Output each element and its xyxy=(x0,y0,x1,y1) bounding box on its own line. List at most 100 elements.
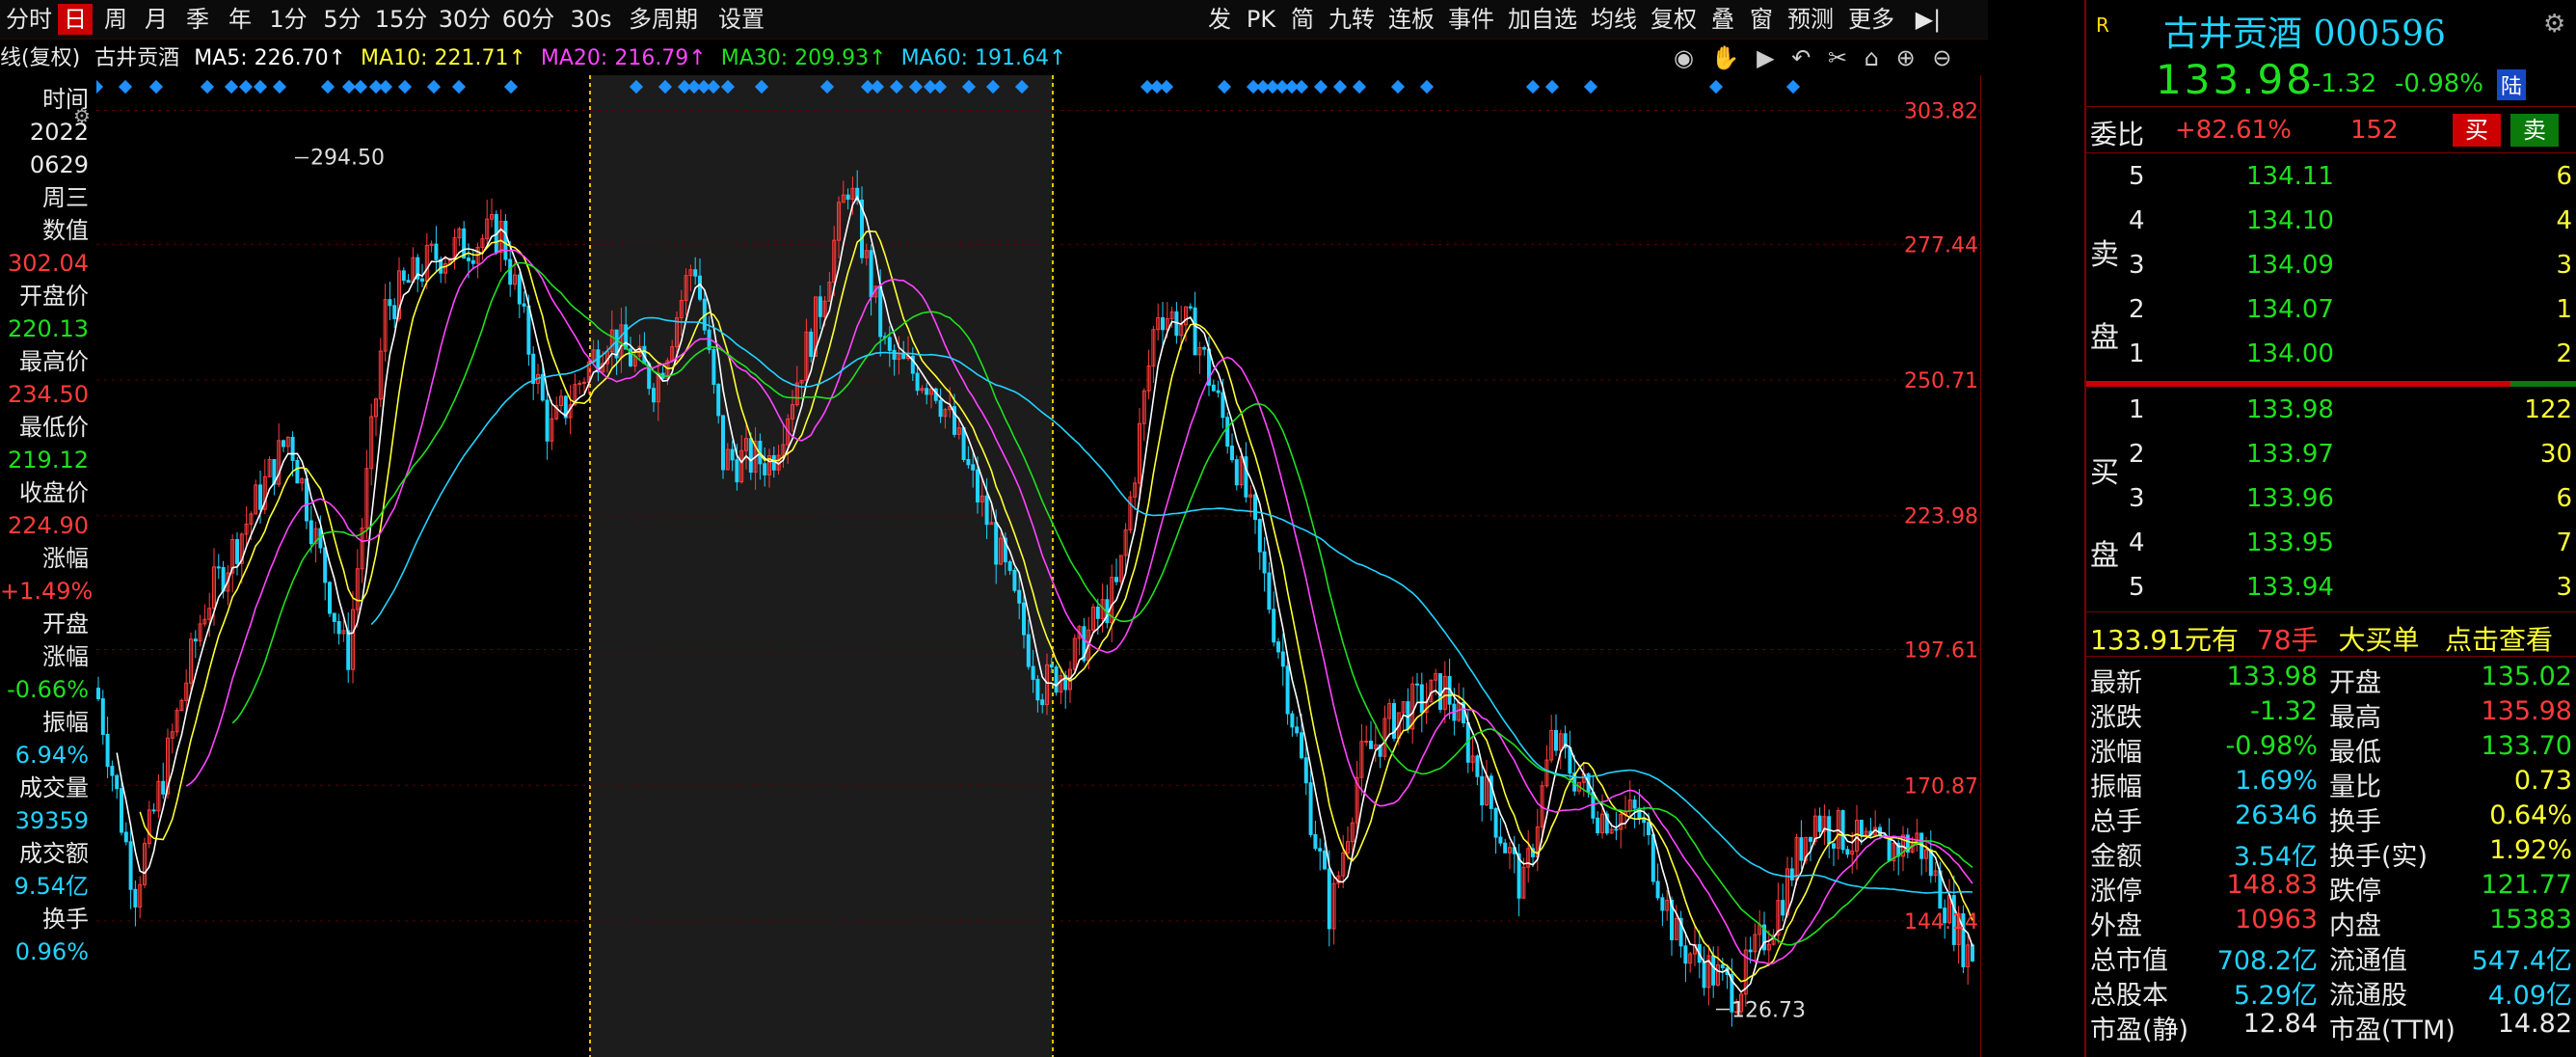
period-tab-2[interactable]: 周 xyxy=(98,4,133,35)
kline-chart[interactable]: 294.50 126.73 303.82 277.44 250.71 223.98 197… xyxy=(96,75,1981,1057)
webi-count: 152 xyxy=(2350,116,2399,145)
candle-body xyxy=(420,278,424,282)
info-row-13: 224.90 xyxy=(8,512,89,539)
candle-body xyxy=(1683,945,1688,964)
price-change: -1.32 xyxy=(2312,69,2377,98)
quote-panel: R 古井贡酒 000596 ⚙ 133.98 -1.32 -0.98% 陆 委比… xyxy=(2084,0,2576,1057)
big-order-row[interactable]: 133.91元有 78手 大买单 xyxy=(2090,619,2419,658)
lock-icon[interactable]: ⌂ xyxy=(1865,44,1879,71)
stat-label: 总手 xyxy=(2090,807,2142,837)
tool-button-9[interactable]: 叠 xyxy=(1706,4,1739,35)
ask-price[interactable]: 134.09 xyxy=(2246,251,2334,280)
tool-button-5[interactable]: 事件 xyxy=(1444,4,1498,35)
eye-icon[interactable]: ◉ xyxy=(1674,44,1694,71)
tool-button-1[interactable]: PK xyxy=(1242,4,1280,35)
zoom-in-icon[interactable]: ⊕ xyxy=(1896,44,1916,71)
tool-button-6[interactable]: 加自选 xyxy=(1504,4,1581,35)
collapse-arrow-icon[interactable]: ▶| xyxy=(1909,4,1947,35)
candle-body xyxy=(1188,306,1193,309)
period-tab-0[interactable]: 分时 xyxy=(6,4,52,35)
period-tab-4[interactable]: 季 xyxy=(179,4,216,35)
stat-value: 14.82 xyxy=(2497,1009,2572,1039)
candle-body xyxy=(1295,726,1300,734)
period-tab-11[interactable]: 30s xyxy=(563,4,619,35)
candle-body xyxy=(332,612,336,622)
candle-body xyxy=(1017,589,1022,604)
stat-label: 换手 xyxy=(2329,807,2381,837)
stat-label: 流通股 xyxy=(2329,981,2407,1011)
ask-price[interactable]: 134.00 xyxy=(2246,339,2334,368)
undo-icon[interactable]: ↶ xyxy=(1791,44,1811,71)
tool-button-11[interactable]: 预测 xyxy=(1784,4,1838,35)
period-tab-9[interactable]: 30分 xyxy=(436,4,494,35)
tool-button-0[interactable]: 发 xyxy=(1203,4,1236,35)
r-badge-icon: R xyxy=(2096,14,2109,37)
candle-body xyxy=(282,440,285,447)
tool-button-12[interactable]: 更多 xyxy=(1843,4,1899,35)
crosshair-info-panel: 时间 2022 0629 周三 数值 302.04 开盘价 220.13 最高价 234.50 最低… xyxy=(0,83,97,980)
stat-value: 133.70 xyxy=(2481,731,2572,761)
tool-button-2[interactable]: 简 xyxy=(1286,4,1319,35)
tool-button-3[interactable]: 九转 xyxy=(1325,4,1379,35)
candle-body xyxy=(1216,390,1221,393)
webi-value: +82.61% xyxy=(2175,116,2292,145)
ask-price[interactable]: 134.10 xyxy=(2246,206,2334,235)
buy-button[interactable]: 买 xyxy=(2453,114,2501,147)
stat-label: 外盘 xyxy=(2090,911,2142,941)
y-tick-label: 197.61 xyxy=(1904,639,1978,664)
candle-body xyxy=(406,280,411,284)
period-tab-13[interactable]: 设置 xyxy=(708,4,775,35)
period-tab-6[interactable]: 1分 xyxy=(264,4,312,35)
period-tab-12[interactable]: 多周期 xyxy=(625,4,702,35)
tool-button-7[interactable]: 均线 xyxy=(1587,4,1641,35)
candle-body xyxy=(1650,834,1655,882)
period-tab-5[interactable]: 年 xyxy=(222,4,258,35)
candle-body xyxy=(1369,741,1373,749)
ask-level: 2 xyxy=(2129,295,2145,324)
candle-body xyxy=(100,698,105,735)
candle-body xyxy=(1234,459,1239,486)
view-link[interactable]: 点击查看 xyxy=(2445,619,2553,658)
sell-button[interactable]: 卖 xyxy=(2510,114,2559,147)
bid-price[interactable]: 133.98 xyxy=(2246,395,2334,424)
tool-button-8[interactable]: 复权 xyxy=(1647,4,1701,35)
tool-button-10[interactable]: 窗 xyxy=(1745,4,1778,35)
info-row-14: 涨幅 xyxy=(42,545,89,572)
y-tick-label: 303.82 xyxy=(1904,100,1978,124)
period-tab-10[interactable]: 60分 xyxy=(499,4,557,35)
candle-body xyxy=(128,841,133,890)
candle-body xyxy=(1789,868,1794,881)
bid-price[interactable]: 133.95 xyxy=(2246,528,2334,557)
bid-volume: 7 xyxy=(2556,528,2572,557)
candle-body xyxy=(522,303,526,307)
candle-body xyxy=(526,305,531,355)
candle-body xyxy=(1012,569,1017,591)
period-tab-1[interactable]: 日 xyxy=(58,4,93,35)
bid-level: 5 xyxy=(2129,573,2145,602)
info-row-19: 振幅 xyxy=(42,709,89,736)
bid-price[interactable]: 133.97 xyxy=(2246,440,2334,469)
play-icon[interactable]: ▶ xyxy=(1757,44,1774,71)
stat-label: 涨停 xyxy=(2090,877,2142,907)
ask-price[interactable]: 134.11 xyxy=(2246,162,2334,191)
bid-price[interactable]: 133.94 xyxy=(2246,573,2334,602)
ask-volume: 1 xyxy=(2556,295,2572,324)
settings-gear-icon[interactable]: ⚙ xyxy=(2543,10,2565,39)
candle-body xyxy=(971,464,976,471)
ask-price[interactable]: 134.07 xyxy=(2246,295,2334,324)
bid-price[interactable]: 133.96 xyxy=(2246,484,2334,513)
candle-body xyxy=(1290,713,1295,728)
settings-gear-icon[interactable]: ⚙ xyxy=(73,104,91,127)
candle-body xyxy=(1781,900,1785,916)
candle-body xyxy=(295,459,300,484)
period-tab-7[interactable]: 5分 xyxy=(318,4,366,35)
period-tab-3[interactable]: 月 xyxy=(139,4,174,35)
candle-body xyxy=(216,566,221,569)
zoom-out-icon[interactable]: ⊖ xyxy=(1932,44,1951,71)
hand-icon[interactable]: ✋ xyxy=(1711,44,1740,71)
candle-body xyxy=(1095,606,1100,619)
scissors-icon[interactable]: ✂ xyxy=(1828,44,1847,71)
period-tab-8[interactable]: 15分 xyxy=(372,4,430,35)
tool-button-4[interactable]: 连板 xyxy=(1384,4,1438,35)
candle-body xyxy=(1300,732,1303,759)
